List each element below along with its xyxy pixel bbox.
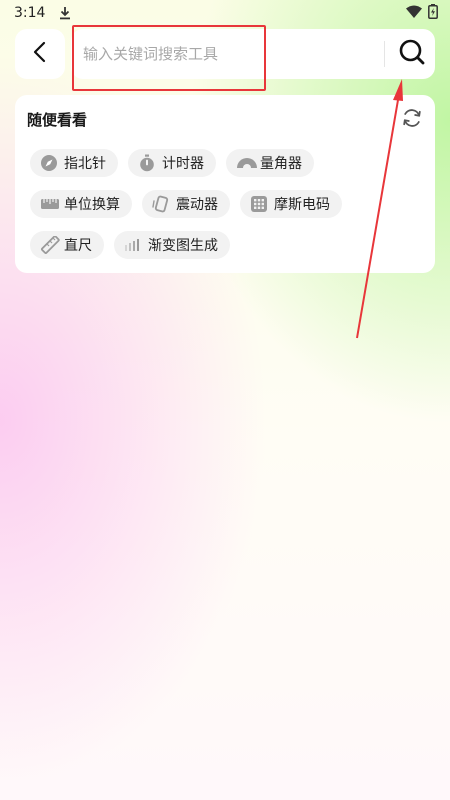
keypad-icon <box>250 195 268 213</box>
chip-ruler[interactable]: 直尺 <box>30 231 104 259</box>
search-bar <box>71 29 435 79</box>
chip-morse-code[interactable]: 摩斯电码 <box>240 190 342 218</box>
suggestion-title: 随便看看 <box>27 111 88 129</box>
chip-label: 单位换算 <box>64 197 120 213</box>
chip-label: 指北针 <box>64 156 106 172</box>
chip-label: 渐变图生成 <box>148 238 218 254</box>
search-button[interactable] <box>389 29 435 79</box>
battery-icon <box>428 3 438 23</box>
ruler-icon <box>40 235 60 254</box>
chip-protractor[interactable]: 量角器 <box>226 149 314 177</box>
chip-timer[interactable]: 计时器 <box>128 149 216 177</box>
back-button[interactable] <box>15 29 65 79</box>
chevron-left-icon <box>31 41 49 67</box>
refresh-icon <box>401 107 423 133</box>
search-divider <box>384 41 385 67</box>
chip-compass[interactable]: 指北针 <box>30 149 118 177</box>
chip-unit-convert[interactable]: 单位换算 <box>30 190 132 218</box>
wifi-icon <box>406 5 422 22</box>
chip-row: 指北针 计时器 量角器 <box>30 149 314 177</box>
gradient-bars-icon <box>124 236 142 254</box>
status-time: 3:14 <box>14 5 46 21</box>
suggestion-card: 随便看看 指北针 计时器 量角器 单位换算 震动器 摩斯电码 直尺 渐变图生成 <box>15 95 435 273</box>
status-bar: 3:14 <box>0 0 450 26</box>
protractor-icon <box>236 154 257 172</box>
compass-icon <box>40 154 58 172</box>
chip-label: 直尺 <box>64 238 92 254</box>
search-input[interactable] <box>83 29 373 79</box>
vibration-icon <box>152 195 170 213</box>
chip-vibrator[interactable]: 震动器 <box>142 190 230 218</box>
search-icon <box>398 38 426 70</box>
download-icon <box>59 6 71 20</box>
chip-label: 震动器 <box>176 197 218 213</box>
unit-convert-icon <box>40 195 59 213</box>
refresh-button[interactable] <box>399 107 425 133</box>
chip-label: 量角器 <box>260 156 302 172</box>
chip-row: 直尺 渐变图生成 <box>30 231 230 259</box>
stopwatch-icon <box>138 154 156 172</box>
chip-gradient-generator[interactable]: 渐变图生成 <box>114 231 230 259</box>
chip-label: 计时器 <box>162 156 204 172</box>
chip-label: 摩斯电码 <box>274 197 330 213</box>
chip-row: 单位换算 震动器 摩斯电码 <box>30 190 342 218</box>
